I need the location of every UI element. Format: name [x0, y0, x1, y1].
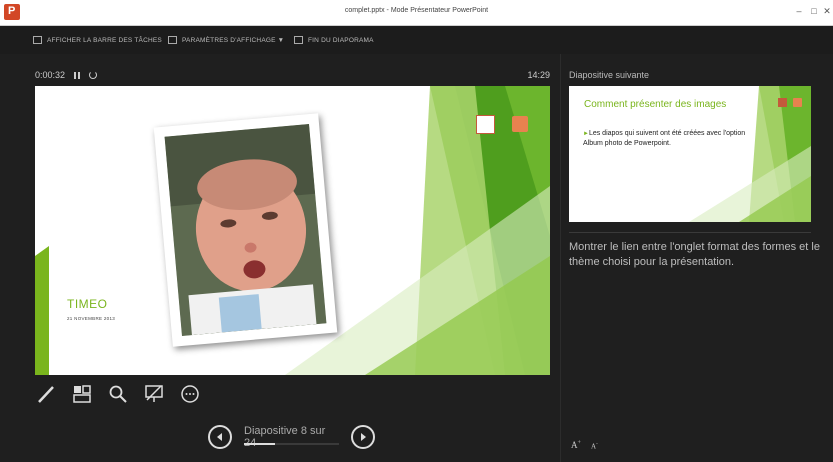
presenter-toolbar: AFFICHER LA BARRE DES TÂCHES PARAMÈTRES … — [0, 26, 833, 54]
home-icon — [476, 115, 495, 134]
display-settings-icon — [168, 36, 177, 44]
show-taskbar-button[interactable]: AFFICHER LA BARRE DES TÂCHES — [33, 36, 162, 44]
minimize-button[interactable]: – — [793, 6, 805, 16]
zoom-button[interactable] — [108, 384, 128, 404]
next-slide-button[interactable] — [351, 425, 375, 449]
next-slide-label: Diapositive suivante — [569, 70, 650, 80]
picture-icon — [512, 116, 528, 132]
timer: 0:00:32 — [35, 70, 98, 80]
more-icon — [181, 385, 199, 403]
window-title: complet.pptx - Mode Présentateur PowerPo… — [344, 7, 489, 14]
presenter-tools — [36, 384, 200, 404]
increase-font-button[interactable]: A+ — [571, 440, 581, 450]
current-time: 14:29 — [527, 70, 550, 80]
baby-photo — [164, 124, 327, 336]
magnifier-icon — [109, 385, 127, 403]
pen-icon — [38, 386, 54, 403]
black-screen-button[interactable] — [144, 384, 164, 404]
more-options-button[interactable] — [180, 384, 200, 404]
maximize-button[interactable]: □ — [808, 6, 820, 16]
slide-progress-track — [244, 443, 339, 445]
pause-icon[interactable] — [74, 71, 81, 79]
see-all-slides-button[interactable] — [72, 384, 92, 404]
slide-title: TIMEO — [67, 297, 108, 311]
next-slide-home-icon — [778, 98, 787, 107]
elapsed-time: 0:00:32 — [35, 70, 66, 80]
close-button[interactable]: ✕ — [821, 6, 833, 17]
decrease-font-button[interactable]: A- — [591, 442, 598, 450]
previous-arrow-icon — [217, 433, 222, 441]
next-slide-body: ►Les diapos qui suivent ont été créées a… — [583, 129, 753, 149]
end-slideshow-button[interactable]: FIN DU DIAPORAMA — [294, 36, 374, 44]
slide-navigation: Diapositive 8 sur 24 — [208, 425, 375, 449]
speaker-notes: Montrer le lien entre l'onglet format de… — [569, 241, 820, 269]
baby-photo-image — [164, 124, 327, 336]
pen-tool-button[interactable] — [36, 384, 56, 404]
next-arrow-icon — [361, 433, 366, 441]
screen-icon — [145, 385, 163, 402]
next-slide-title: Comment présenter des images — [584, 99, 727, 110]
slide-counter: Diapositive 8 sur 24 — [244, 425, 326, 449]
slides-grid-icon — [73, 385, 91, 403]
next-slide-bullet: Les diapos qui suivent ont été créées av… — [583, 130, 746, 147]
display-settings-label: PARAMÈTRES D'AFFICHAGE ▼ — [182, 36, 285, 44]
current-slide[interactable]: TIMEO 21 NOVEMBRE 2013 — [35, 86, 550, 375]
show-taskbar-label: AFFICHER LA BARRE DES TÂCHES — [47, 36, 162, 44]
end-slideshow-label: FIN DU DIAPORAMA — [308, 36, 374, 44]
next-slide-picture-icon — [793, 98, 802, 107]
photo-frame — [153, 113, 338, 347]
panel-divider — [569, 232, 811, 233]
restart-timer-icon[interactable] — [89, 71, 98, 79]
slide-counter-group: Diapositive 8 sur 24 — [244, 425, 339, 449]
slide-date: 21 NOVEMBRE 2013 — [67, 316, 116, 321]
title-bar: complet.pptx - Mode Présentateur PowerPo… — [0, 0, 833, 26]
next-slide-preview[interactable]: Comment présenter des images ►Les diapos… — [569, 86, 811, 222]
slide-progress-fill — [244, 443, 276, 445]
taskbar-icon — [33, 36, 42, 44]
end-slideshow-icon — [294, 36, 303, 44]
display-settings-button[interactable]: PARAMÈTRES D'AFFICHAGE ▼ — [168, 36, 284, 44]
previous-slide-button[interactable] — [208, 425, 232, 449]
